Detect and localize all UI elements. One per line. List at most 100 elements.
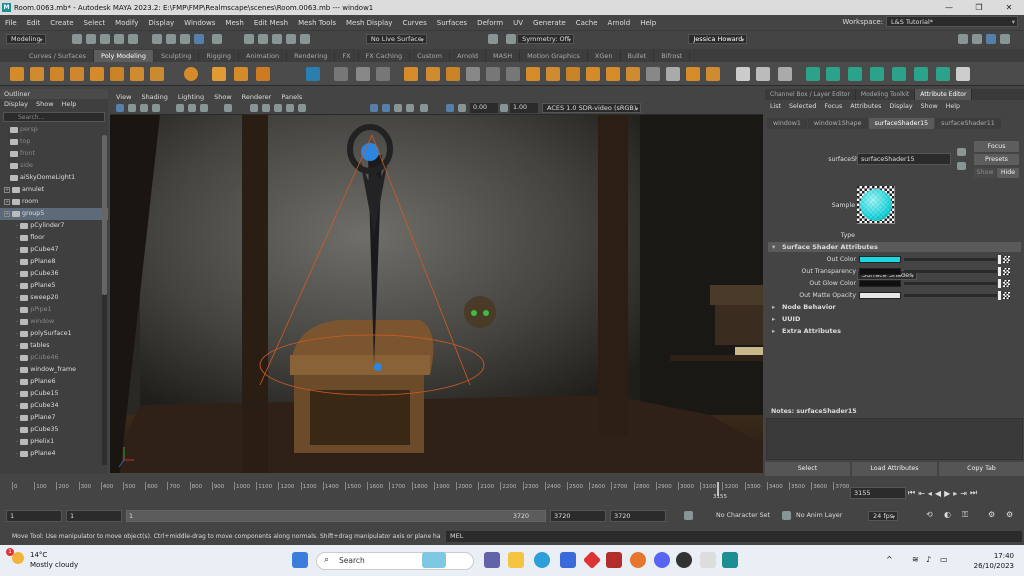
load-attributes-button[interactable]: Load Attributes [852,462,937,476]
attribute-editor-toggle-icon[interactable] [986,34,996,44]
open-scene-icon[interactable] [86,34,96,44]
minimize-button[interactable]: — [934,0,964,15]
focus-button[interactable]: Focus [974,141,1019,152]
xray-icon[interactable] [298,104,306,112]
section-uuid[interactable]: UUID [768,314,1021,324]
app-circle-icon[interactable] [676,552,692,568]
value-slider[interactable] [904,267,1001,276]
multi-cut-icon[interactable] [626,67,640,81]
select-button[interactable]: Select [765,462,850,476]
character-set-dropdown[interactable]: No Character Set [716,510,770,522]
file-explorer-icon[interactable] [508,552,524,568]
value-slider[interactable] [904,279,1001,288]
shelf-tab-fx-caching[interactable]: FX Caching [359,50,411,62]
menu-generate[interactable]: Generate [528,19,571,27]
fps-dropdown[interactable]: 24 fps [868,511,899,521]
sweep-mesh-icon[interactable] [212,67,226,81]
app-arrow-icon[interactable] [700,552,716,568]
outliner-item[interactable]: - sweep20 [0,292,108,304]
map-button-icon[interactable] [1003,256,1010,263]
connect-icon[interactable] [666,67,680,81]
hide-button[interactable]: Hide [997,168,1019,178]
exposure-field[interactable]: 0.00 [470,103,498,113]
unfold-icon[interactable] [848,67,862,81]
discord-icon[interactable] [654,552,670,568]
shelf-tab-custom[interactable]: Custom [410,50,450,62]
current-frame-field[interactable]: 3155 [850,487,906,499]
select-object-icon[interactable] [166,34,176,44]
section-surface-shader-attributes[interactable]: Surface Shader Attributes [768,242,1021,252]
outliner-item[interactable]: + room [0,196,108,208]
playback-end-field[interactable]: 3720 [550,510,606,522]
teams-icon[interactable] [484,552,500,568]
new-scene-icon[interactable] [72,34,82,44]
menu-select[interactable]: Select [79,19,111,27]
menu-uv[interactable]: UV [508,19,528,27]
uv-tool-icon[interactable] [956,67,970,81]
weather-widget[interactable]: 1 14°C Mostly cloudy [6,548,78,570]
mel-input[interactable]: MEL [446,531,1022,542]
menu-create[interactable]: Create [45,19,78,27]
outliner-item[interactable]: - polySurface1 [0,328,108,340]
store-icon[interactable] [560,552,576,568]
super-shape-icon[interactable] [184,67,198,81]
menu-edit-mesh[interactable]: Edit Mesh [249,19,293,27]
svg-icon[interactable] [256,67,270,81]
animation-start-field[interactable]: 1 [6,510,62,522]
menu-mesh-tools[interactable]: Mesh Tools [293,19,341,27]
poly-cone-icon[interactable] [70,67,84,81]
expand-icon[interactable]: + [4,199,10,205]
snap-point-icon[interactable] [272,34,282,44]
outliner-item[interactable]: - pPlane4 [0,448,108,460]
step-forward-frame-icon[interactable]: ▸ [953,489,957,498]
outliner-item[interactable]: - pPlane7 [0,412,108,424]
outliner-item[interactable]: - pHelix1 [0,436,108,448]
viewport-menu-panels[interactable]: Panels [281,92,302,102]
live-surface-field[interactable]: No Live Surface [365,34,427,44]
firefox-icon[interactable] [630,552,646,568]
center-pivot-icon[interactable] [334,67,348,81]
outliner-item[interactable]: - pCube35 [0,424,108,436]
uv-editor-icon[interactable] [778,67,792,81]
save-scene-icon[interactable] [100,34,110,44]
shelf-tab-bifrost[interactable]: Bifrost [654,50,691,62]
menu-modify[interactable]: Modify [110,19,143,27]
lock-selection-icon[interactable] [212,34,222,44]
target-weld-icon[interactable] [646,67,660,81]
shelf-tab-motion-graphics[interactable]: Motion Graphics [520,50,588,62]
smooth-shade-icon[interactable] [262,104,270,112]
viewport-menu-renderer[interactable]: Renderer [242,92,272,102]
play-backwards-icon[interactable]: ◀ [935,489,941,498]
maya-taskbar-icon[interactable] [722,552,738,568]
render-icon[interactable] [506,34,516,44]
wifi-icon[interactable]: ≋ [912,555,919,564]
chevron-up-icon[interactable]: ^ [886,555,893,564]
map-button-icon[interactable] [1003,268,1010,275]
notes-field[interactable] [766,418,1023,460]
node-tab-window1[interactable]: window1 [767,118,807,129]
value-slider[interactable] [904,255,1001,264]
expand-icon[interactable]: + [4,187,10,193]
outliner-item[interactable]: - pCube46 [0,352,108,364]
menu-display[interactable]: Display [143,19,179,27]
outliner-item[interactable]: side [0,160,108,172]
node-tab-surfaceshader15[interactable]: surfaceShader15 [868,118,935,129]
menu-mesh[interactable]: Mesh [220,19,248,27]
extract-icon[interactable] [404,67,418,81]
extrude-icon[interactable] [526,67,540,81]
textured-icon[interactable] [370,104,378,112]
menu-mesh-display[interactable]: Mesh Display [341,19,397,27]
clock[interactable]: 17:40 26/10/2023 [974,551,1014,571]
gamma-icon[interactable] [500,104,508,112]
menu-help[interactable]: Help [635,19,661,27]
poly-sphere-icon[interactable] [10,67,24,81]
snap-curve-icon[interactable] [258,34,268,44]
ae-menu-display[interactable]: Display [889,100,912,113]
outliner-item[interactable]: - pCube36 [0,268,108,280]
character-set-icon[interactable] [684,511,693,520]
outliner-item[interactable]: - pCylinder7 [0,220,108,232]
snap-view-icon[interactable] [300,34,310,44]
freeze-transforms-icon[interactable] [356,67,370,81]
close-button[interactable]: ✕ [994,0,1024,15]
view-transform-dropdown[interactable]: ACES 1.0 SDR-video (sRGB) [542,103,642,113]
